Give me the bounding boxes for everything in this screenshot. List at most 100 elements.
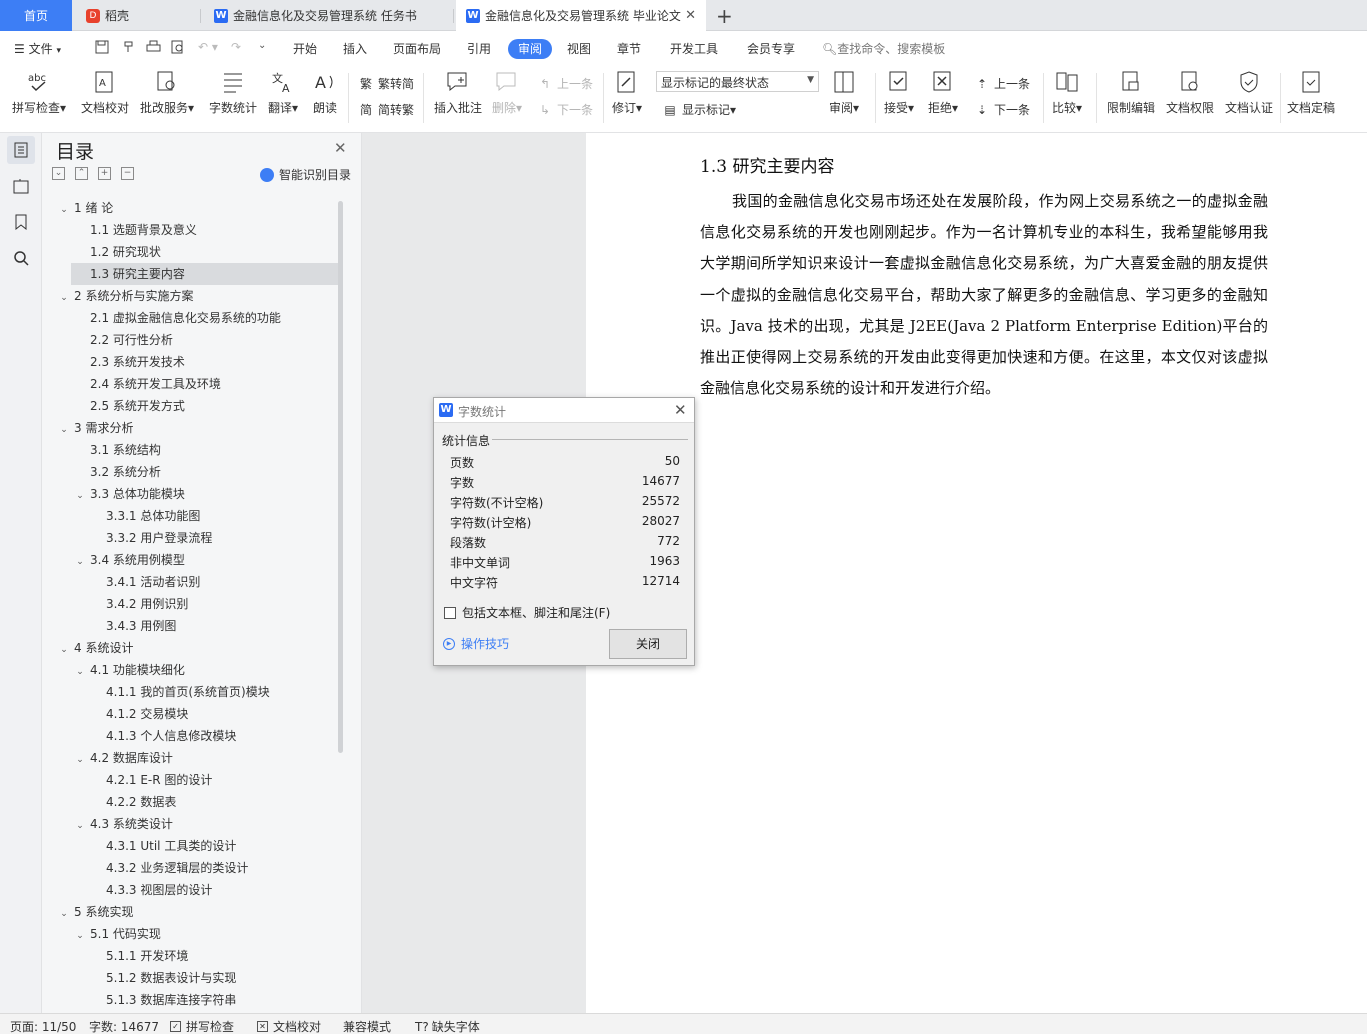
doc-permission-button[interactable]: 文档权限 xyxy=(1166,69,1214,116)
menu-insert[interactable]: 插入 xyxy=(343,40,367,57)
review-pane-button[interactable]: 审阅▾ xyxy=(829,69,859,116)
chevron-down-icon[interactable]: ⌄ xyxy=(74,815,86,837)
toc-item[interactable]: ⌄ 3 需求分析 xyxy=(42,417,342,439)
toc-item[interactable]: 3.1 系统结构 xyxy=(42,439,342,461)
save-icon[interactable] xyxy=(95,40,109,57)
toc-item[interactable]: ⌄ 4.3 系统类设计 xyxy=(42,813,342,835)
chevron-down-icon[interactable]: ⌄ xyxy=(74,661,86,683)
track-changes-button[interactable]: 修订▾ xyxy=(612,69,642,116)
simp-to-trad-button[interactable]: 简简转繁 xyxy=(358,101,414,118)
tab-task-doc[interactable]: W 金融信息化及交易管理系统 任务书 xyxy=(204,0,454,31)
read-aloud-button[interactable]: A 朗读 xyxy=(313,69,337,116)
missing-font-status[interactable]: T? 缺失字体 xyxy=(415,1018,480,1035)
smart-toc-button[interactable]: 智能识别目录 xyxy=(260,166,351,183)
tips-link[interactable]: ▶ 操作技巧 xyxy=(443,635,509,652)
toc-item[interactable]: 3.3.2 用户登录流程 xyxy=(42,527,342,549)
toc-item[interactable]: 3.4.2 用例识别 xyxy=(42,593,342,615)
toc-item[interactable]: 3.2 系统分析 xyxy=(42,461,342,483)
toc-item[interactable]: 3.4.1 活动者识别 xyxy=(42,571,342,593)
reject-button[interactable]: 拒绝▾ xyxy=(928,69,958,116)
spell-check-button[interactable]: abc 拼写检查▾ xyxy=(12,69,66,116)
display-state-select[interactable]: 显示标记的最终状态 ▼ xyxy=(656,71,819,92)
checkbox-box[interactable] xyxy=(444,606,456,619)
toc-item[interactable]: 2.3 系统开发技术 xyxy=(42,351,342,373)
toc-item[interactable]: 2.1 虚拟金融信息化交易系统的功能 xyxy=(42,307,342,329)
tab-daoke[interactable]: D 稻壳 xyxy=(76,0,201,31)
trad-to-simp-button[interactable]: 繁繁转简 xyxy=(358,75,414,92)
search-icon[interactable] xyxy=(7,244,35,272)
toc-icon[interactable] xyxy=(7,136,35,164)
word-count-button[interactable]: 字数统计 xyxy=(209,69,257,116)
toc-item[interactable]: ⌄ 4.1 功能模块细化 xyxy=(42,659,342,681)
chevron-down-icon[interactable]: ⌄ xyxy=(74,925,86,947)
menu-review[interactable]: 审阅 xyxy=(508,39,552,59)
next-comment-button[interactable]: ↳ 下一条 xyxy=(537,101,593,118)
menu-start[interactable]: 开始 xyxy=(293,40,317,57)
toc-item[interactable]: 5.1.1 开发环境 xyxy=(42,945,342,967)
close-icon[interactable]: ✕ xyxy=(674,401,687,419)
chevron-down-icon[interactable]: ⌄ xyxy=(74,485,86,507)
chevron-down-icon[interactable]: ⌄ xyxy=(58,199,70,221)
menu-reference[interactable]: 引用 xyxy=(467,40,491,57)
print-icon[interactable] xyxy=(146,40,161,57)
print-preview-icon[interactable] xyxy=(171,40,185,57)
toc-item[interactable]: 5.1.3 数据库连接字符串 xyxy=(42,989,342,1011)
close-icon[interactable]: ✕ xyxy=(685,8,696,23)
doc-certify-button[interactable]: 文档认证 xyxy=(1225,69,1273,116)
undo-icon[interactable]: ↶ ▾ xyxy=(198,40,218,54)
toc-item[interactable]: ⌄ 2 系统分析与实施方案 xyxy=(42,285,342,307)
compare-button[interactable]: 比较▾ xyxy=(1052,69,1082,116)
spell-check-status[interactable]: ✓ 拼写检查 xyxy=(170,1018,234,1035)
prev-comment-button[interactable]: ↰ 上一条 xyxy=(537,75,593,92)
menu-chapter[interactable]: 章节 xyxy=(617,40,641,57)
collapse-icon[interactable]: − xyxy=(121,167,134,180)
add-tab-icon[interactable]: + xyxy=(716,4,733,28)
toc-item[interactable]: 1.1 选题背景及意义 xyxy=(42,219,342,241)
delete-comment-button[interactable]: 删除▾ xyxy=(492,69,522,116)
chevron-down-icon[interactable]: ⌄ xyxy=(74,551,86,573)
toc-item[interactable]: 3.4.3 用例图 xyxy=(42,615,342,637)
toc-item[interactable]: 5.1.2 数据表设计与实现 xyxy=(42,967,342,989)
chevron-down-icon[interactable]: ⌄ xyxy=(58,639,70,661)
toc-item[interactable]: 1.2 研究现状 xyxy=(42,241,342,263)
toc-item[interactable]: 2.4 系统开发工具及环境 xyxy=(42,373,342,395)
expand-icon[interactable]: + xyxy=(98,167,111,180)
toc-item[interactable]: 4.2.1 E-R 图的设计 xyxy=(42,769,342,791)
toc-item[interactable]: ⌄ 3.4 系统用例模型 xyxy=(42,549,342,571)
chevron-down-icon[interactable]: ⌄ xyxy=(74,749,86,771)
dialog-titlebar[interactable]: W 字数统计 ✕ xyxy=(434,398,694,423)
collapse-down-icon[interactable]: ⌄ xyxy=(52,167,65,180)
toc-item[interactable]: 4.3.2 业务逻辑层的类设计 xyxy=(42,857,342,879)
next-change-button[interactable]: ⇣ 下一条 xyxy=(974,101,1030,118)
page-indicator[interactable]: 页面: 11/50 xyxy=(10,1018,76,1035)
outline-icon[interactable] xyxy=(7,172,35,200)
toc-item[interactable]: ⌄ 5 系统实现 xyxy=(42,901,342,923)
redo-icon[interactable]: ↷ xyxy=(231,40,241,54)
close-button[interactable]: 关闭 xyxy=(609,629,687,659)
toc-item[interactable]: 3.3.1 总体功能图 xyxy=(42,505,342,527)
toc-item[interactable]: ⌄ 1 绪 论 xyxy=(42,197,342,219)
prev-change-button[interactable]: ⇡ 上一条 xyxy=(974,75,1030,92)
toc-item[interactable]: ⌄ 4.2 数据库设计 xyxy=(42,747,342,769)
batch-service-button[interactable]: 批改服务▾ xyxy=(140,69,194,116)
tab-thesis-doc[interactable]: W 金融信息化及交易管理系统 毕业论文 ✕ xyxy=(456,0,706,31)
chevron-down-icon[interactable]: ⌄ xyxy=(58,903,70,925)
toc-scrollbar[interactable] xyxy=(338,201,343,753)
toc-item[interactable]: ⌄ 4 系统设计 xyxy=(42,637,342,659)
toc-item[interactable]: 4.2.2 数据表 xyxy=(42,791,342,813)
chevron-down-icon[interactable]: ⌄ xyxy=(58,419,70,441)
menu-member[interactable]: 会员专享 xyxy=(747,40,795,57)
menu-devtools[interactable]: 开发工具 xyxy=(670,40,718,57)
translate-button[interactable]: 文A 翻译▾ xyxy=(268,69,298,116)
toc-item[interactable]: 4.1.2 交易模块 xyxy=(42,703,342,725)
doc-proofread-button[interactable]: A 文档校对 xyxy=(81,69,129,116)
bookmark-icon[interactable] xyxy=(7,208,35,236)
toc-item[interactable]: 2.2 可行性分析 xyxy=(42,329,342,351)
insert-comment-button[interactable]: 插入批注 xyxy=(434,69,482,116)
file-menu[interactable]: ☰ 文件 ▾ xyxy=(14,40,61,57)
doc-finalize-button[interactable]: 文档定稿 xyxy=(1287,69,1335,116)
word-count-indicator[interactable]: 字数: 14677 xyxy=(89,1018,159,1035)
toc-item[interactable]: 4.3.3 视图层的设计 xyxy=(42,879,342,901)
format-painter-icon[interactable] xyxy=(122,40,136,57)
command-search[interactable]: 🔍︎查找命令、搜索模板 xyxy=(822,40,945,57)
